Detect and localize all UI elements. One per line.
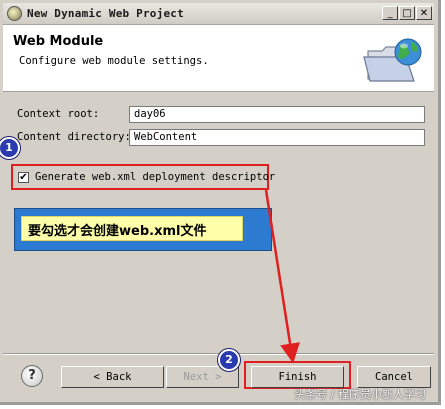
arrow-line	[264, 189, 300, 364]
annotation-arrow	[264, 189, 300, 364]
